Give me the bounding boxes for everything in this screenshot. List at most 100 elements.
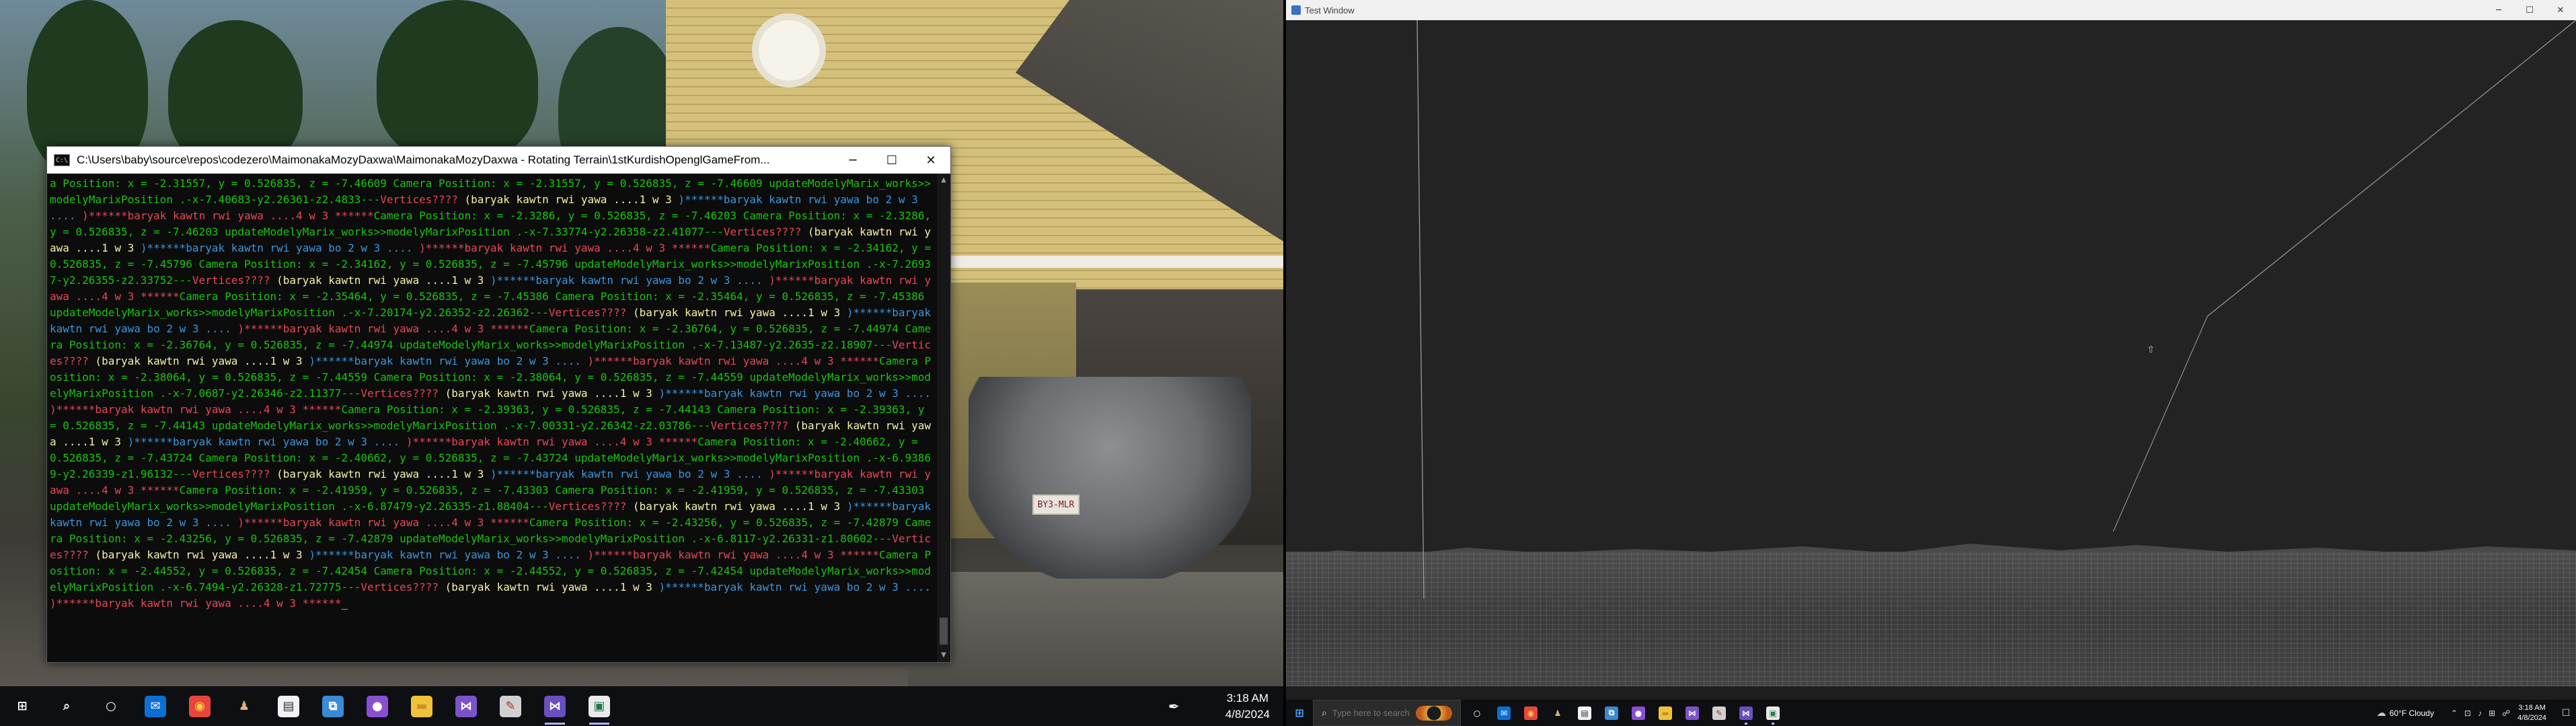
wallpaper-round-window xyxy=(752,13,826,87)
opengl-close-button[interactable]: ✕ xyxy=(2545,0,2576,20)
opengl-render-viewport[interactable]: ⇧ xyxy=(1286,20,2576,686)
console-window[interactable]: C:\ C:\Users\baby\source\repos\codezero\… xyxy=(46,146,951,663)
avatar-app-icon: ♟ xyxy=(238,699,250,713)
console-scrollbar-thumb[interactable] xyxy=(940,618,948,645)
console-output-segment: (baryak kawtn rwi yawa ....1 w 3 xyxy=(626,500,847,513)
start-button-right[interactable]: ⊞ xyxy=(1286,700,1313,726)
weather-widget[interactable]: ☁ 60°F Cloudy xyxy=(2377,707,2434,719)
console-app-icon: ▣ xyxy=(589,695,610,717)
pen-workspace-icon[interactable]: ☍ xyxy=(2502,709,2510,718)
console-output-segment: (baryak kawtn rwi yawa ....1 w 3 xyxy=(438,581,659,593)
console-titlebar[interactable]: C:\ C:\Users\baby\source\repos\codezero\… xyxy=(47,147,950,174)
console-output-segment: Vertices???? xyxy=(192,468,270,480)
search-icon: ⌕ xyxy=(63,699,71,713)
taskbar-button-mail[interactable]: ✉ xyxy=(133,686,178,726)
github-icon: ● xyxy=(367,695,388,717)
task-view-icon: ○ xyxy=(1473,708,1481,718)
console-output-segment: Vertices???? xyxy=(710,419,789,432)
console-scrollbar[interactable]: ▲ ▼ xyxy=(937,174,950,662)
network-app-icon: ⧉ xyxy=(322,695,344,717)
taskbar-button-visual-studio[interactable]: ⋈ xyxy=(1679,700,1706,726)
taskbar-left-icons: ⊞ ⌕ ○ ✉ ◉ ♟ ▤ ⧉ ● ▬ ⋈ ✎ ⋈ ▣ xyxy=(0,686,621,726)
taskbar-button-search[interactable]: ⌕ xyxy=(44,686,89,726)
console-output-segment: )******baryak kawtn rwi yawa bo 2 w 3 ..… xyxy=(127,435,406,448)
taskbar-button-avatar-app[interactable]: ♟ xyxy=(222,686,266,726)
taskbar-clock-right[interactable]: 3:18 AM 4/8/2024 xyxy=(2517,703,2546,723)
notification-center-icon[interactable]: ☐ xyxy=(2556,707,2576,719)
tray-overflow-icon[interactable]: ⌃ xyxy=(2451,709,2458,718)
console-output-segment: )******baryak kawtn rwi yawa ....4 w 3 *… xyxy=(82,209,374,222)
taskbar-button-github[interactable]: ● xyxy=(1625,700,1652,726)
visual-studio-icon: ⋈ xyxy=(1685,706,1699,720)
console-minimize-button[interactable]: ─ xyxy=(833,147,872,174)
console-close-button[interactable]: ✕ xyxy=(911,147,950,174)
chrome-icon: ◉ xyxy=(1524,706,1538,720)
taskbar-button-notepad[interactable]: ▤ xyxy=(266,686,311,726)
console-output-segment: (baryak kawtn rwi yawa ....1 w 3 xyxy=(88,548,309,561)
console-output-segment: Vertices???? xyxy=(361,581,439,593)
console-output-segment: _ xyxy=(341,597,348,610)
taskbar-button-avatar-app[interactable]: ♟ xyxy=(1544,700,1571,726)
taskbar-button-visual-studio-debug[interactable]: ⋈ xyxy=(533,686,577,726)
scroll-down-icon[interactable]: ▼ xyxy=(939,650,948,659)
system-tray-right: ☁ 60°F Cloudy ⌃ ⊡ ♪ ⊞ ☍ 3:18 AM 4/8/2024… xyxy=(2377,700,2576,726)
taskbar-button-cortana[interactable]: ○ xyxy=(89,686,133,726)
network-app-icon: ⧉ xyxy=(1605,706,1618,720)
console-output-segment: (baryak kawtn rwi yawa ....1 w 3 xyxy=(626,306,847,319)
console-output-segment: )******baryak kawtn rwi yawa ....4 w 3 *… xyxy=(419,242,711,254)
console-output-text: a Position: x = -2.31557, y = 0.526835, … xyxy=(50,176,933,612)
weather-text: 60°F Cloudy xyxy=(2389,708,2434,718)
cortana-animation-icon[interactable] xyxy=(1415,705,1452,721)
opengl-minimize-button[interactable]: ─ xyxy=(2483,0,2514,20)
left-monitor: BY3-MLR C:\ C:\Users\baby\source\repos\c… xyxy=(0,0,1283,726)
taskbar-button-github[interactable]: ● xyxy=(355,686,400,726)
taskbar-button-network-app[interactable]: ⧉ xyxy=(1598,700,1625,726)
chrome-icon: ◉ xyxy=(189,695,211,717)
wallpaper-car xyxy=(969,377,1251,579)
display-icon[interactable]: ⊞ xyxy=(2489,709,2495,718)
taskbar-button-paint-app[interactable]: ✎ xyxy=(488,686,533,726)
taskbar-search-input[interactable] xyxy=(1332,708,1413,718)
console-output-segment: )******baryak kawtn rwi yawa bo 2 w 3 ..… xyxy=(658,387,938,400)
cortana-icon: ○ xyxy=(106,699,116,713)
taskbar-button-chrome[interactable]: ◉ xyxy=(178,686,222,726)
console-output-segment: (baryak kawtn rwi yawa ....1 w 3 xyxy=(88,355,309,367)
console-output-segment: )******baryak kawtn rwi yawa bo 2 w 3 ..… xyxy=(658,581,938,593)
console-output-segment: )******baryak kawtn rwi yawa bo 2 w 3 ..… xyxy=(140,242,420,254)
taskbar-button-mail[interactable]: ✉ xyxy=(1490,700,1517,726)
taskbar-button-file-explorer[interactable]: ▬ xyxy=(1652,700,1679,726)
taskbar-button-start[interactable]: ⊞ xyxy=(0,686,44,726)
taskbar-button-notepad[interactable]: ▤ xyxy=(1571,700,1598,726)
pen-workspace-icon[interactable]: ✒ xyxy=(1168,698,1180,715)
clock-date: 4/8/2024 xyxy=(2517,713,2546,722)
clock-date: 4/8/2024 xyxy=(1225,707,1270,721)
console-output-segment: (baryak kawtn rwi yawa ....1 w 3 xyxy=(438,387,659,400)
opengl-window-titlebar[interactable]: Test Window ─ ☐ ✕ xyxy=(1286,0,2576,20)
taskbar-button-visual-studio[interactable]: ⋈ xyxy=(444,686,488,726)
taskbar-button-chrome[interactable]: ◉ xyxy=(1517,700,1544,726)
console-output-segment: )******baryak kawtn rwi yawa bo 2 w 3 ..… xyxy=(490,468,769,480)
taskbar-button-network-app[interactable]: ⧉ xyxy=(311,686,355,726)
paint-app-icon: ✎ xyxy=(1712,706,1726,720)
console-maximize-button[interactable]: ☐ xyxy=(872,147,911,174)
console-output-segment: Vertices???? xyxy=(380,193,458,206)
taskbar-left: ⊞ ⌕ ○ ✉ ◉ ♟ ▤ ⧉ ● ▬ ⋈ ✎ ⋈ ▣ ✒ 3:18 AM 4/8/2024 xyxy=(0,686,1283,726)
start-icon: ⊞ xyxy=(1295,706,1304,719)
console-output-area[interactable]: a Position: x = -2.31557, y = 0.526835, … xyxy=(47,174,950,662)
taskbar-search-box[interactable]: ⌕ xyxy=(1313,700,1461,726)
taskbar-clock-left[interactable]: 3:18 AM 4/8/2024 xyxy=(1225,690,1270,723)
paint-app-icon: ✎ xyxy=(500,695,521,717)
clock-time: 3:18 AM xyxy=(2518,703,2546,712)
taskbar-button-task-view[interactable]: ○ xyxy=(1464,700,1490,726)
wallpaper-driveway xyxy=(908,572,1283,686)
taskbar-button-visual-studio-debug[interactable]: ⋈ xyxy=(1733,700,1759,726)
network-icon[interactable]: ⊡ xyxy=(2464,709,2471,718)
volume-icon[interactable]: ♪ xyxy=(2478,709,2482,718)
taskbar-button-file-explorer[interactable]: ▬ xyxy=(400,686,444,726)
opengl-maximize-button[interactable]: ☐ xyxy=(2514,0,2545,20)
taskbar-button-paint-app[interactable]: ✎ xyxy=(1706,700,1733,726)
taskbar-button-console-app[interactable]: ▣ xyxy=(577,686,621,726)
scroll-up-icon[interactable]: ▲ xyxy=(939,175,948,184)
taskbar-button-console-app[interactable]: ▣ xyxy=(1759,700,1786,726)
notepad-icon: ▤ xyxy=(278,695,299,717)
